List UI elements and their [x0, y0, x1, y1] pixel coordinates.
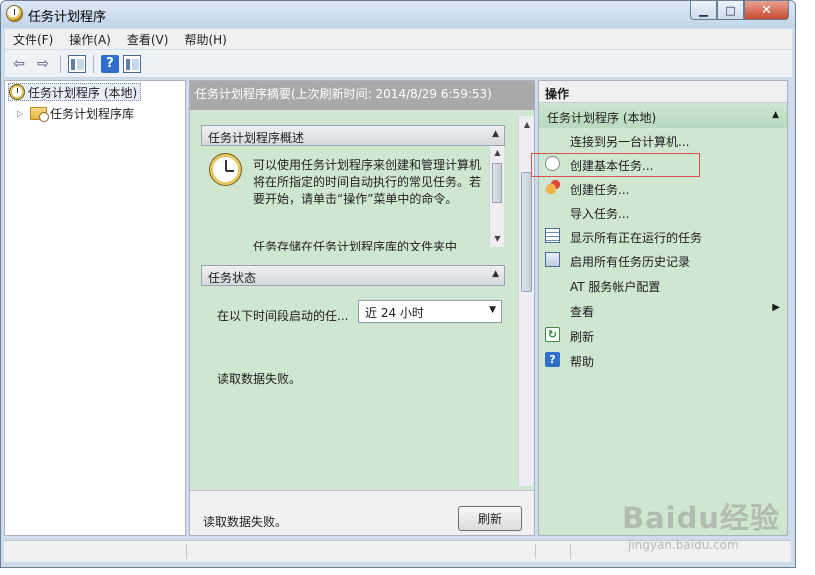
overview-section-header[interactable]: 任务计划程序概述 ▲ [201, 125, 505, 146]
minimize-button[interactable]: ▁ [690, 1, 717, 20]
action-label: 刷新 [570, 330, 595, 344]
menu-file[interactable]: 文件(F) [5, 31, 61, 48]
summary-body: 任务计划程序概述 ▲ 可以使用任务计划程序来创建和管理计算机将在所指定的时间自动… [190, 110, 534, 511]
actions-group-label: 任务计划程序 (本地) [547, 111, 657, 125]
summary-header: 任务计划程序摘要(上次刷新时间: 2014/8/29 6:59:53) [190, 81, 534, 110]
forward-arrow-icon[interactable]: ⇨ [33, 54, 53, 74]
overview-section-title: 任务计划程序概述 [208, 131, 305, 145]
toolbar: ⇦ ⇨ ? [5, 50, 792, 78]
menu-view[interactable]: 查看(V) [119, 31, 177, 48]
actions-group-header[interactable]: 任务计划程序 (本地) ▲ [539, 104, 787, 128]
clock-icon [9, 84, 25, 100]
title-bar[interactable]: 任务计划程序 ▁ □ ✕ [1, 1, 795, 28]
action-at-service-account[interactable]: AT 服务帐户配置 [539, 274, 787, 296]
actions-pane: 操作 任务计划程序 (本地) ▲ 连接到另一台计算机... 创建基本任务... … [538, 80, 788, 536]
action-import-task[interactable]: 导入任务... [539, 201, 787, 223]
clock-star-icon [545, 180, 560, 195]
task-list-icon [545, 228, 560, 243]
action-create-basic-task[interactable]: 创建基本任务... [539, 153, 787, 175]
action-view[interactable]: 查看 ▶ [539, 299, 787, 321]
overview-description: 可以使用任务计划程序来创建和管理计算机将在所指定的时间自动执行的常见任务。若要开… [253, 158, 482, 206]
scroll-up-icon[interactable]: ▲ [519, 116, 535, 132]
expand-arrow-icon[interactable]: ▷ [17, 109, 27, 118]
show-hide-action-pane-icon[interactable] [123, 54, 141, 73]
summary-scrollbar[interactable]: ▲ [518, 116, 534, 486]
task-status-section-title: 任务状态 [208, 271, 257, 285]
overview-description-continued: 任务存储在任务计划程序库的文件夹中 [253, 240, 458, 251]
window-controls: ▁ □ ✕ [690, 1, 789, 20]
action-label: 查看 [570, 305, 595, 319]
history-icon [545, 252, 560, 267]
refresh-button[interactable]: 刷新 [458, 506, 522, 531]
scroll-up-icon[interactable]: ▲ [490, 148, 505, 157]
task-scheduler-clock-icon [209, 153, 242, 186]
action-enable-task-history[interactable]: 启用所有任务历史记录 [539, 249, 787, 271]
status-bar-divider [186, 544, 187, 559]
tree-item-label: 任务计划程序 (本地) [28, 85, 138, 100]
action-help[interactable]: ? 帮助 [539, 349, 787, 371]
toolbar-separator [60, 54, 61, 73]
menu-action[interactable]: 操作(A) [61, 31, 119, 48]
navigation-tree-pane: 任务计划程序 (本地) ▷ 任务计划程序库 [4, 80, 186, 536]
action-label: 显示所有正在运行的任务 [570, 231, 703, 245]
status-bar-divider [535, 544, 536, 559]
collapse-icon[interactable]: ▲ [492, 269, 499, 279]
help-icon[interactable]: ? [101, 54, 119, 73]
footer-error-message: 读取数据失败。 [203, 515, 288, 529]
status-error-message: 读取数据失败。 [217, 372, 302, 386]
tree-item-label: 任务计划程序库 [50, 106, 135, 121]
baidu-watermark: Baidu经验 [622, 501, 781, 535]
close-button[interactable]: ✕ [744, 1, 789, 20]
time-range-value: 近 24 小时 [365, 306, 424, 320]
show-hide-tree-icon[interactable] [68, 54, 86, 73]
status-bar-divider [570, 544, 571, 559]
collapse-icon[interactable]: ▲ [772, 110, 779, 120]
action-label: 导入任务... [570, 207, 630, 221]
summary-pane: 任务计划程序摘要(上次刷新时间: 2014/8/29 6:59:53) 任务计划… [189, 80, 535, 536]
baidu-watermark-url: jingyan.baidu.com [628, 538, 739, 552]
tree-item-task-scheduler-local[interactable]: 任务计划程序 (本地) [8, 83, 142, 101]
action-display-running-tasks[interactable]: 显示所有正在运行的任务 [539, 225, 787, 247]
action-label: 创建基本任务... [570, 159, 654, 173]
task-status-section-header[interactable]: 任务状态 ▲ [201, 265, 505, 286]
submenu-arrow-icon: ▶ [772, 302, 780, 313]
action-connect-another-computer[interactable]: 连接到另一台计算机... [539, 129, 787, 151]
refresh-icon: ↻ [545, 327, 560, 342]
scroll-thumb[interactable] [521, 172, 532, 292]
action-label: 帮助 [570, 355, 595, 369]
action-refresh[interactable]: ↻ 刷新 [539, 324, 787, 346]
maximize-button[interactable]: □ [717, 1, 744, 20]
scroll-down-icon[interactable]: ▼ [490, 234, 505, 243]
scroll-thumb[interactable] [492, 163, 502, 203]
chevron-down-icon: ▼ [489, 305, 496, 315]
action-create-task[interactable]: 创建任务... [539, 177, 787, 199]
back-arrow-icon[interactable]: ⇦ [9, 54, 29, 74]
time-range-dropdown[interactable]: 近 24 小时 ▼ [358, 300, 502, 323]
menu-bar: 文件(F) 操作(A) 查看(V) 帮助(H) [5, 29, 792, 49]
action-label: 启用所有任务历史记录 [570, 255, 691, 269]
task-status-section: 任务状态 ▲ 在以下时间段启动的任... 近 24 小时 ▼ 读取数据失败。 [201, 265, 505, 485]
action-label: 连接到另一台计算机... [570, 135, 690, 149]
action-label: AT 服务帐户配置 [570, 280, 661, 294]
help-icon: ? [545, 352, 560, 367]
collapse-icon[interactable]: ▲ [492, 129, 499, 139]
tree-item-task-scheduler-library[interactable]: ▷ 任务计划程序库 [17, 104, 134, 122]
overview-section: 任务计划程序概述 ▲ 可以使用任务计划程序来创建和管理计算机将在所指定的时间自动… [201, 125, 505, 251]
overview-scrollbar[interactable]: ▲ ▼ [489, 146, 504, 247]
toolbar-separator [93, 54, 94, 73]
action-label: 创建任务... [570, 183, 630, 197]
folder-clock-icon [30, 106, 49, 122]
summary-footer: 读取数据失败。 刷新 [190, 490, 534, 535]
task-scheduler-app-icon [6, 5, 23, 22]
window-title: 任务计划程序 [28, 10, 107, 25]
time-range-label: 在以下时间段启动的任... [217, 309, 349, 323]
actions-pane-title: 操作 [539, 81, 787, 103]
clock-document-icon [545, 156, 560, 171]
menu-help[interactable]: 帮助(H) [176, 31, 234, 48]
